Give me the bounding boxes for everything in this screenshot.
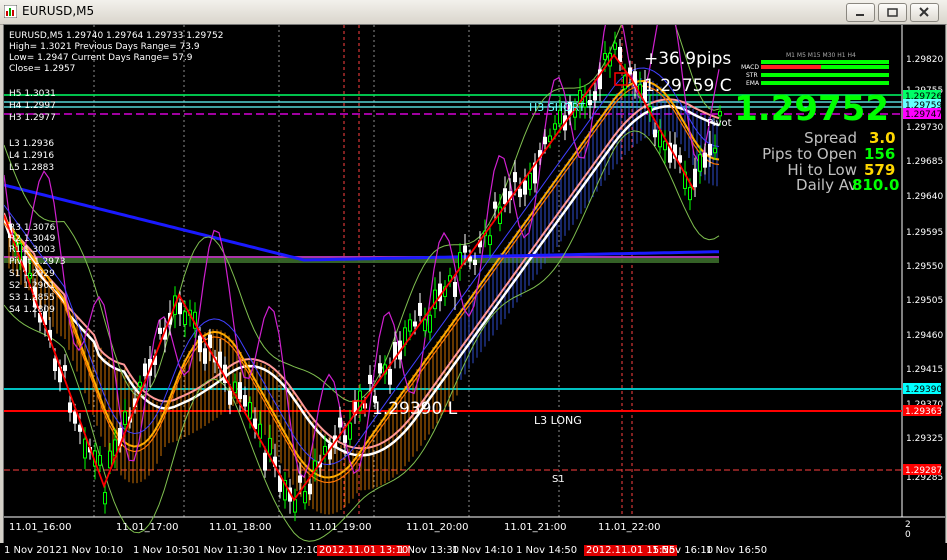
signal-bar	[761, 65, 821, 69]
history-time-label: 1 Nov 10:50	[133, 545, 195, 556]
timeframes-label: M1 M5 M15 M30 H1 H4	[786, 52, 856, 59]
time-tick-label: 11.01_19:00	[309, 522, 371, 533]
signal-bar	[761, 81, 889, 85]
level-label: R2 1.3049	[9, 234, 56, 244]
price-tick-label: 1.29820	[906, 55, 943, 65]
info-block: EURUSD,M5 1.29740 1.29764 1.29733 1.2975…	[9, 31, 223, 74]
history-time-label: 1 Nov 13:30	[398, 545, 460, 556]
level-label: S1 1.2929	[9, 269, 55, 279]
level-label: R1 1.3003	[9, 245, 55, 255]
pips-annotation: +36.9pips	[644, 49, 731, 69]
pivot-levels-mid: L3 1.2936 L4 1.2916 L5 1.2883	[9, 139, 54, 173]
str-label: STR	[746, 72, 758, 79]
stats-panel: Spread 3.0 Pips to Open 156 Hi to Low 57…	[762, 129, 899, 194]
price-tick-label: 1.29640	[906, 192, 943, 202]
close-button[interactable]	[910, 3, 939, 22]
time-tick-label: 11.01_20:00	[406, 522, 468, 533]
time-axis: 11.01_16:00 11.01_17:00 11.01_18:00 11.01_1…	[9, 522, 660, 533]
history-time-label: 1 Nov 11:30	[194, 545, 256, 556]
price-tags: 1.297261.297591.297471.293901.293631.292…	[903, 90, 942, 476]
price-tag-label: 1.29363	[905, 407, 942, 417]
close-icon	[919, 7, 929, 17]
level-label: H3 1.2977	[9, 113, 56, 123]
price-chart[interactable]: EURUSD,M5 1.29740 1.29764 1.29733 1.2975…	[2, 0, 946, 544]
time-tick-label: 11.01_17:00	[116, 522, 178, 533]
signal-panel: M1 M5 M15 M30 H1 H4 MACD STR EMA	[741, 52, 889, 87]
history-time-label: 1 Nov 2012	[4, 545, 62, 556]
level-label: R3 1.3076	[9, 223, 56, 233]
history-time-label: 1 Nov 12:10	[258, 545, 320, 556]
level-label: S4 1.2809	[9, 305, 55, 315]
maximize-button[interactable]	[878, 3, 907, 22]
level-label: L5 1.2883	[9, 163, 54, 173]
l3-long-label: L3 LONG	[534, 414, 582, 427]
signal-bar	[761, 60, 889, 64]
info-line: EURUSD,M5 1.29740 1.29764 1.29733 1.2975…	[9, 31, 223, 41]
low-annotation: 1.29390 L	[372, 399, 458, 419]
price-tick-label: 1.29505	[906, 296, 943, 306]
daily-value: 810.0	[852, 176, 899, 194]
price-tag-label: 1.29287	[905, 466, 942, 476]
price-tick-label: 1.29550	[906, 262, 943, 272]
level-label: L3 1.2936	[9, 139, 54, 149]
level-label: H5 1.3031	[9, 89, 56, 99]
macd-label: MACD	[741, 64, 759, 71]
price-tick-label: 1.29460	[906, 331, 943, 341]
price-tag-label: 1.29747	[905, 110, 942, 120]
time-tick-label: 11.01_16:00	[9, 522, 71, 533]
h3-short-label: H3 SHORT	[529, 101, 586, 114]
signal-bar	[821, 65, 889, 69]
history-time-label: 1 Nov 14:10	[452, 545, 514, 556]
info-line: High= 1.3021 Previous Days Range= 73.9	[9, 42, 200, 52]
price-tag-label: 1.29390	[905, 385, 942, 395]
history-time-label: 1 Nov 14:50	[516, 545, 578, 556]
price-tick-label: 1.29595	[906, 228, 943, 238]
price-tick-label: 1.29415	[906, 365, 943, 375]
s1-label: S1	[552, 474, 565, 485]
history-timebar[interactable]: 1 Nov 2012 1 Nov 10:10 1 Nov 10:50 1 Nov 11…	[0, 543, 947, 560]
axis-corner-label: 2	[905, 520, 911, 530]
time-tick-label: 11.01_22:00	[598, 522, 660, 533]
info-line: Low= 1.2947 Current Days Range= 57.9	[9, 53, 193, 63]
level-label: Pivot 1.2973	[9, 257, 65, 267]
daily-label: Daily Av	[796, 176, 857, 194]
chart-canvas: EURUSD,M5 1.29740 1.29764 1.29733 1.2975…	[2, 0, 945, 542]
window-title: EURUSD,M5	[22, 4, 95, 18]
restore-icon	[887, 8, 898, 17]
price-tick-label: 1.29685	[906, 157, 943, 167]
close-annotation: 1.29759 C	[644, 76, 732, 96]
signal-bar	[761, 73, 889, 77]
ema-label: EMA	[746, 80, 760, 87]
price-tick-label: 1.29325	[906, 434, 943, 444]
history-time-label: 1 Nov 16:10	[652, 545, 714, 556]
time-tick-label: 11.01_18:00	[209, 522, 271, 533]
level-label: S2 1.2901	[9, 281, 55, 291]
level-label: L4 1.2916	[9, 151, 54, 161]
chart-icon	[4, 5, 17, 18]
pivot-levels-top: H5 1.3031 H4 1.2997 H3 1.2977	[9, 89, 56, 123]
big-price: 1.29752	[734, 89, 889, 129]
axis-corner-label: 0	[905, 530, 911, 540]
pivot-label: Pivot	[707, 118, 732, 129]
time-tick-label: 11.01_21:00	[504, 522, 566, 533]
price-tick-label: 1.29730	[906, 123, 943, 133]
minimize-button[interactable]	[846, 3, 875, 22]
minimize-icon	[856, 14, 864, 16]
window-titlebar: EURUSD,M5	[0, 0, 947, 25]
level-label: H4 1.2997	[9, 101, 56, 111]
history-time-label: 1 Nov 10:10	[62, 545, 124, 556]
level-label: S3 1.2855	[9, 293, 55, 303]
history-time-label: 1 Nov 16:50	[706, 545, 768, 556]
info-line: Close= 1.2957	[9, 64, 75, 74]
history-time-label: 2012.11.01 13:10	[317, 545, 411, 556]
